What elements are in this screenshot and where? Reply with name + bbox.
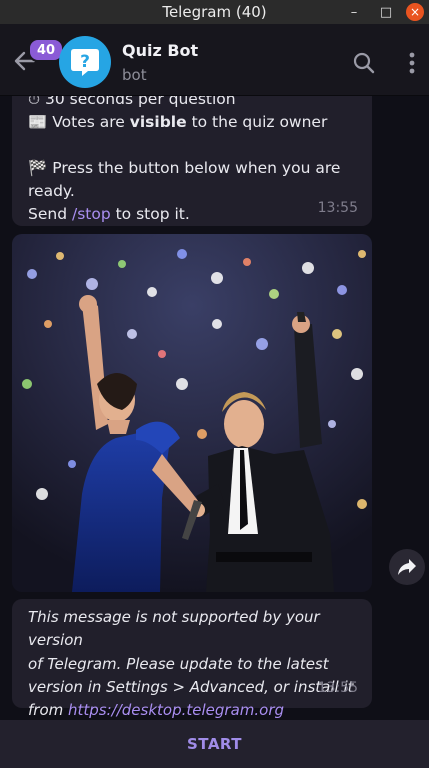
stopwatch-icon: ⏱ (28, 96, 41, 108)
quiz-bot-icon: ? (71, 49, 99, 76)
ready-text: ready. (28, 182, 75, 200)
maximize-icon[interactable]: □ (376, 2, 396, 22)
send-text: Send (28, 205, 72, 223)
quiz-time-text: 30 seconds per question (45, 96, 236, 108)
share-arrow-icon (398, 559, 416, 575)
chat-status: bot (122, 66, 147, 84)
from-text: from (28, 701, 69, 720)
unsupported-text-line: of Telegram. Please update to the latest (28, 654, 329, 673)
votes-text: Votes are (52, 113, 130, 131)
message-time: 13:55 (317, 200, 358, 216)
window-titlebar: Telegram (40) – □ × (0, 0, 429, 24)
message-line: Send /stop to stop it. (28, 203, 356, 226)
unsupported-text-line: version in Settings > Advanced, or insta… (28, 677, 354, 696)
avatar[interactable]: ? (59, 36, 111, 88)
message-list[interactable]: ⏱ 30 seconds per question 📰 Votes are vi… (0, 96, 429, 720)
unsupported-text-line: from https://desktop.telegram.org (28, 699, 356, 720)
message-bubble: This message is not supported by your ve… (12, 599, 372, 719)
owner-text: to the quiz owner (186, 113, 328, 131)
close-icon[interactable]: × (406, 3, 424, 21)
message-line: 📰 Votes are visible to the quiz owner (28, 111, 356, 134)
stop-it-text: to stop it. (110, 205, 190, 223)
message-line: 🏁 Press the button below when you are (28, 157, 356, 180)
photo-message[interactable] (12, 234, 372, 592)
message-bubble: ⏱ 30 seconds per question 📰 Votes are vi… (12, 96, 372, 226)
chat-name[interactable]: Quiz Bot (122, 41, 198, 60)
svg-text:?: ? (80, 52, 90, 72)
forward-button[interactable] (389, 549, 425, 585)
message-time: 13:55 (317, 679, 358, 696)
checkered-flag-icon: 🏁 (28, 159, 48, 177)
desktop-telegram-link[interactable]: https://desktop.telegram.org (68, 701, 284, 719)
start-button[interactable]: START (187, 735, 242, 753)
minimize-icon[interactable]: – (344, 2, 364, 22)
chat-header: 40 ? Quiz Bot bot (0, 24, 429, 96)
window-title: Telegram (40) (162, 3, 267, 21)
search-icon[interactable] (352, 51, 376, 75)
more-options-icon[interactable] (402, 51, 422, 75)
unsupported-text-line: This message is not supported by your ve… (28, 608, 320, 650)
press-button-text: Press the button below when you are (47, 159, 341, 177)
visible-text: visible (129, 113, 187, 131)
start-bar: START (0, 720, 429, 768)
stop-command-link[interactable]: /stop (72, 205, 111, 223)
message-line: ⏱ 30 seconds per question (28, 96, 356, 111)
newspaper-icon: 📰 (28, 113, 48, 131)
